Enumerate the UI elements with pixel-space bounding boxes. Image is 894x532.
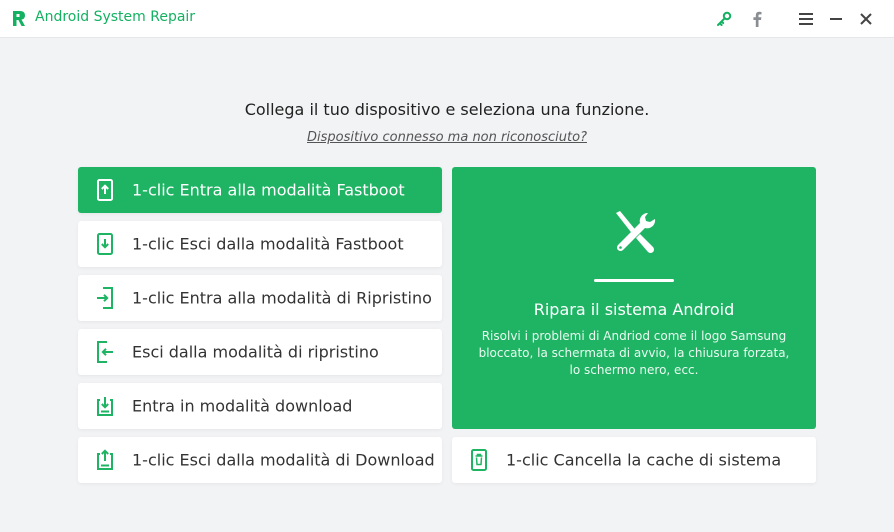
close-icon[interactable]	[855, 8, 877, 30]
phone-upload-icon	[97, 179, 113, 201]
tray-upload-icon	[97, 449, 113, 470]
option-label: 1-clic Entra alla modalità Fastboot	[132, 180, 405, 200]
minimize-icon[interactable]	[825, 8, 847, 30]
exit-fastboot-button[interactable]: 1-clic Esci dalla modalità Fastboot	[78, 221, 442, 267]
menu-icon[interactable]	[795, 8, 817, 30]
exit-recovery-button[interactable]: Esci dalla modalità di ripristino	[78, 329, 442, 375]
option-label: 1-clic Entra alla modalità di Ripristino	[132, 288, 432, 308]
title-underline	[594, 279, 674, 282]
enter-fastboot-button[interactable]: 1-clic Entra alla modalità Fastboot	[78, 167, 442, 213]
app-logo-icon	[13, 11, 25, 26]
phone-enter-icon	[97, 287, 113, 309]
exit-download-button[interactable]: 1-clic Esci dalla modalità di Download	[78, 437, 442, 483]
repair-title: Ripara il sistema Android	[533, 300, 735, 319]
option-label: Esci dalla modalità di ripristino	[132, 342, 379, 362]
phone-exit-icon	[97, 341, 113, 363]
tray-download-icon	[97, 397, 113, 416]
phone-trash-icon	[471, 449, 487, 471]
page-heading: Collega il tuo dispositivo e seleziona u…	[244, 100, 650, 119]
facebook-icon[interactable]	[746, 8, 768, 30]
title-bar: Android System Repair	[0, 0, 894, 38]
option-label: 1-clic Cancella la cache di sistema	[506, 450, 782, 470]
option-label: 1-clic Esci dalla modalità di Download	[132, 450, 435, 470]
app-title: Android System Repair	[35, 9, 196, 25]
device-not-recognized-link[interactable]: Dispositivo connesso ma non riconosciuto…	[0, 130, 894, 145]
clear-cache-button[interactable]: 1-clic Cancella la cache di sistema	[452, 437, 816, 483]
option-label: Entra in modalità download	[132, 396, 353, 416]
key-icon[interactable]	[713, 8, 735, 30]
enter-download-button[interactable]: Entra in modalità download	[78, 383, 442, 429]
repair-description: Risolvi i problemi di Andriod come il lo…	[478, 329, 790, 377]
repair-tools-icon	[616, 211, 656, 254]
phone-download-icon	[97, 233, 113, 255]
enter-recovery-button[interactable]: 1-clic Entra alla modalità di Ripristino	[78, 275, 442, 321]
option-label: 1-clic Esci dalla modalità Fastboot	[132, 234, 404, 254]
repair-android-card[interactable]: Ripara il sistema Android Risolvi i prob…	[452, 167, 816, 429]
